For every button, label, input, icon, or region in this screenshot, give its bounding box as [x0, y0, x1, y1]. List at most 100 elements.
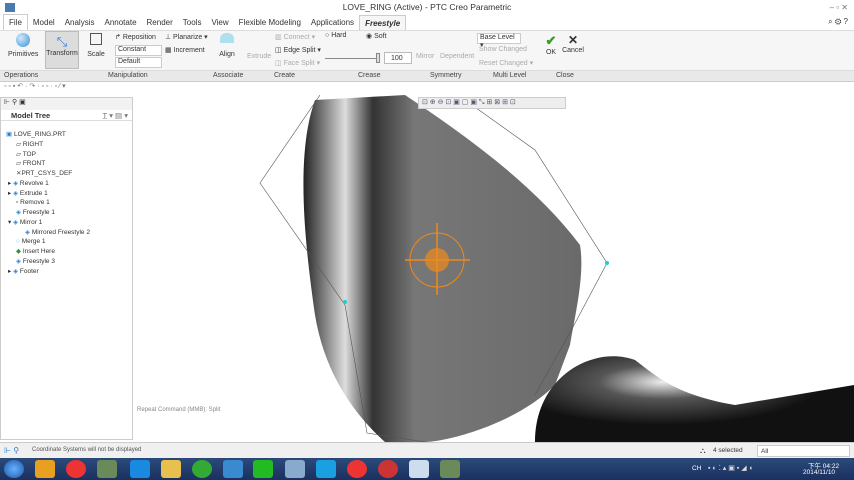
app-icon — [5, 3, 15, 12]
status-bar: ⊩ ⚲ Coordinate Systems will not be displ… — [0, 442, 854, 458]
filter-dropdown[interactable]: All — [757, 445, 850, 457]
align-button[interactable]: Align — [215, 33, 239, 58]
crease-slider-handle[interactable] — [376, 53, 380, 63]
hard-radio[interactable]: ○ Hard — [325, 32, 346, 39]
tree-item[interactable]: ⨯PRT_CSYS_DEF — [16, 169, 72, 177]
skype-icon[interactable] — [316, 460, 336, 478]
chrome-icon[interactable] — [192, 460, 212, 478]
ie-icon[interactable] — [223, 460, 243, 478]
group-close: Close — [556, 72, 574, 79]
primitives-button[interactable]: Primitives — [8, 33, 38, 58]
graphics-toolbar[interactable]: ⊡ ⊕ ⊖ ⊡ ▣ ▢ ▣ ⤡ ⊞ ⊠ ⊞ ⊡ — [418, 97, 566, 109]
base-level-dropdown[interactable]: Base Level ▾ — [477, 33, 521, 49]
close-icon: ✕ — [567, 33, 579, 47]
line-icon[interactable] — [253, 460, 273, 478]
group-symmetry: Symmetry — [430, 72, 462, 79]
tab-applications[interactable]: Applications — [306, 15, 359, 30]
transform-button[interactable]: ⤡ Transform — [45, 31, 79, 69]
status-icons[interactable]: ⊩ ⚲ — [4, 446, 19, 455]
window-controls[interactable]: – ▫ ✕ — [830, 0, 848, 15]
tree-item[interactable]: ◈ Mirrored Freestyle 2 — [25, 228, 90, 236]
itunes-icon-2[interactable] — [347, 460, 367, 478]
align-icon — [220, 33, 234, 43]
help-icons[interactable]: ⌕ ⚙ ? — [828, 17, 848, 27]
teamviewer-icon[interactable] — [130, 460, 150, 478]
app-icon-3[interactable] — [409, 460, 429, 478]
tab-tools[interactable]: Tools — [178, 15, 207, 30]
show-changed-button[interactable]: Show Changed — [479, 46, 527, 53]
tree-item[interactable]: ▱ TOP — [16, 150, 36, 158]
title-bar: LOVE_RING (Active) - PTC Creo Parametric… — [0, 0, 854, 15]
outlook-icon[interactable] — [35, 460, 55, 478]
group-create: Create — [274, 72, 296, 79]
connect-button[interactable]: ▥ Connect ▾ — [275, 33, 315, 41]
window-title: LOVE_RING (Active) - PTC Creo Parametric — [342, 2, 512, 12]
app-icon-2[interactable] — [285, 460, 305, 478]
mirror-button[interactable]: Mirror — [416, 53, 434, 60]
creo-icon-2[interactable] — [440, 460, 460, 478]
itunes-icon[interactable] — [66, 460, 86, 478]
tab-freestyle[interactable]: Freestyle — [359, 14, 407, 31]
tree-item[interactable]: ◈ Freestyle 3 — [16, 257, 55, 265]
reset-changed-button[interactable]: Reset Changed ▾ — [479, 59, 533, 67]
group-crease: Crease — [358, 72, 381, 79]
extrude-button[interactable]: Extrude — [247, 53, 271, 60]
group-associate: Associate — [213, 72, 244, 79]
cancel-button[interactable]: ✕ Cancel — [562, 33, 584, 54]
taskbar: CH ▪ ◐ ⁚ ▴ ▣ ▪ ◢ ◖ 下午 04:22 2014/11/10 — [0, 458, 854, 480]
crease-value-input[interactable]: 100 — [384, 52, 412, 64]
graphics-viewport[interactable]: ⊡ ⊕ ⊖ ⊡ ▣ ▢ ▣ ⤡ ⊞ ⊠ ⊞ ⊡ Repeat Command (… — [135, 95, 854, 442]
scale-icon — [90, 33, 102, 45]
selected-count: 4 selected — [713, 447, 743, 454]
tree-item[interactable]: ▫ Remove 1 — [16, 199, 50, 206]
group-operations[interactable]: Operations — [4, 72, 38, 79]
default-dropdown[interactable]: Default — [115, 57, 162, 68]
tree-item[interactable]: ◆ Insert Here — [16, 247, 55, 255]
quick-access-toolbar[interactable]: ▫ ▫ ▪ ↶ · ↷ · ▫ ▫ · ▫ ⁄ ▾ — [0, 82, 854, 95]
tree-settings-icon[interactable]: T̲ ▾ ▤ ▾ — [103, 110, 128, 121]
tree-item[interactable]: ▸ ◈ Footer — [8, 267, 39, 275]
clock-date: 2014/11/10 — [803, 469, 836, 476]
tree-item[interactable]: ▾ ◈ Mirror 1 — [8, 218, 42, 226]
tab-model[interactable]: Model — [28, 15, 60, 30]
status-message: Coordinate Systems will not be displayed — [32, 447, 142, 453]
tab-analysis[interactable]: Analysis — [60, 15, 100, 30]
crease-slider[interactable] — [325, 58, 378, 59]
face-split-button[interactable]: ◫ Face Split ▾ — [275, 59, 320, 67]
increment-button[interactable]: ▦ Increment — [165, 46, 205, 54]
ribbon-tabs: File Model Analysis Annotate Render Tool… — [0, 14, 854, 31]
panel-tabs[interactable]: ⊩ ⚲ ▣ — [1, 98, 132, 110]
selection-icon[interactable]: ⛬ — [700, 446, 706, 456]
scale-button[interactable]: Scale — [85, 33, 107, 58]
planarize-button[interactable]: ⊥ Planarize ▾ — [165, 33, 208, 41]
group-labels: Operations Manipulation Associate Create… — [0, 70, 854, 82]
tab-file[interactable]: File — [3, 14, 28, 31]
reposition-button[interactable]: ↱ Reposition — [115, 33, 156, 41]
tray-icons[interactable]: ▪ ◐ ⁚ ▴ ▣ ▪ ◢ ◖ — [708, 464, 753, 472]
ok-button[interactable]: ✔ OK — [544, 33, 558, 56]
tree-item[interactable]: ▣ LOVE_RING.PRT — [6, 130, 66, 138]
tree-item[interactable]: ◈ Freestyle 1 — [16, 208, 55, 216]
tree-item[interactable]: ▱ FRONT — [16, 159, 45, 167]
checkmark-icon: ✔ — [545, 33, 557, 48]
ring-model[interactable] — [135, 95, 854, 442]
language-indicator[interactable]: CH — [692, 465, 701, 472]
tab-flexible-modeling[interactable]: Flexible Modeling — [234, 15, 306, 30]
tab-view[interactable]: View — [206, 15, 233, 30]
chrome-icon-2[interactable] — [378, 460, 398, 478]
dependent-button[interactable]: Dependent — [440, 53, 474, 60]
tree-item[interactable]: ▸ ◈ Extrude 1 — [8, 189, 48, 197]
group-manipulation: Manipulation — [108, 72, 148, 79]
group-multi-level: Multi Level — [493, 72, 527, 79]
constant-dropdown[interactable]: Constant — [115, 45, 162, 56]
tree-item[interactable]: ▸ ◈ Revolve 1 — [8, 179, 49, 187]
tab-render[interactable]: Render — [142, 15, 178, 30]
tab-annotate[interactable]: Annotate — [99, 15, 141, 30]
creo-icon[interactable] — [97, 460, 117, 478]
explorer-icon[interactable] — [161, 460, 181, 478]
edge-split-button[interactable]: ◫ Edge Split ▾ — [275, 46, 321, 54]
soft-radio[interactable]: ◉ Soft — [366, 32, 387, 40]
tree-item[interactable]: ◌ Merge 1 — [16, 238, 46, 245]
tree-item[interactable]: ▱ RIGHT — [16, 140, 43, 148]
start-button[interactable] — [4, 460, 24, 478]
